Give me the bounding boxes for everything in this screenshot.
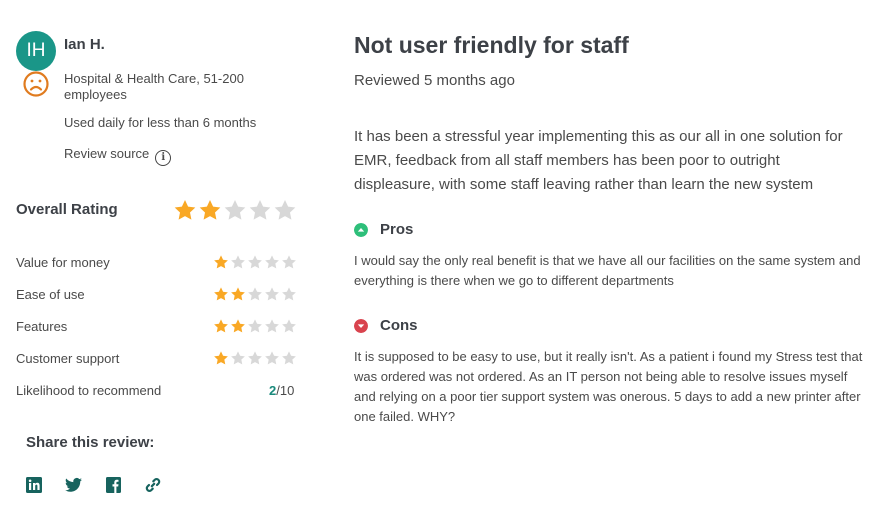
cons-icon [354,318,368,333]
cons-label: Cons [380,317,418,334]
star-empty-icon [265,255,279,269]
star-empty-icon [224,200,246,220]
star-empty-icon [265,287,279,301]
review-source-label: Review source [64,146,150,161]
link-icon[interactable] [145,477,161,493]
cons-text: It is supposed to be easy to use, but it… [354,349,863,424]
star-empty-icon [248,287,262,301]
star-empty-icon [248,351,262,365]
star-filled-icon [214,319,228,333]
star-empty-icon [274,200,296,220]
star-filled-icon [214,351,228,365]
rating-label: Features [16,319,68,334]
pros-label: Pros [380,221,414,238]
star-filled-icon [174,200,196,220]
likelihood-max: /10 [276,383,295,398]
rating-label: Ease of use [16,287,85,302]
pros-heading: Pros [354,221,413,238]
reviewer-company: Hospital & Health Care, 51-200 employees [64,71,244,102]
reviewer-usage: Used daily for less than 6 months [64,115,257,130]
star-filled-icon [199,200,221,220]
overall-rating-stars [173,198,298,222]
likelihood-score: 2/10 [269,383,294,398]
star-empty-icon [282,351,296,365]
reviewer-name: Ian H. [64,36,105,53]
cons-heading: Cons [354,317,418,334]
star-empty-icon [248,255,262,269]
star-empty-icon [282,287,296,301]
review-body: It has been a stressful year implementin… [354,128,843,193]
rating-stars [213,350,298,366]
star-empty-icon [231,351,245,365]
star-empty-icon [249,200,271,220]
twitter-icon[interactable] [65,477,82,493]
star-filled-icon [214,255,228,269]
rating-label: Value for money [16,255,110,270]
star-filled-icon [231,287,245,301]
avatar-initials: IH [26,40,46,61]
review-date: Reviewed 5 months ago [354,72,515,89]
rating-label: Customer support [16,351,120,366]
star-filled-icon [231,319,245,333]
star-empty-icon [265,319,279,333]
rating-stars [213,318,298,334]
star-empty-icon [282,255,296,269]
pros-icon [354,222,368,237]
facebook-icon[interactable] [106,477,121,493]
rating-stars [213,254,298,270]
star-empty-icon [282,319,296,333]
linkedin-icon[interactable] [26,477,42,493]
star-filled-icon [214,287,228,301]
avatar: IH [16,31,56,71]
rating-stars [213,286,298,302]
pros-text: I would say the only real benefit is tha… [354,253,861,288]
star-empty-icon [248,319,262,333]
star-empty-icon [231,255,245,269]
info-icon[interactable]: i [155,150,172,166]
sad-face-icon [23,71,49,97]
share-label: Share this review: [26,434,155,451]
likelihood-label: Likelihood to recommend [16,383,162,398]
review-source[interactable]: Review source i [64,146,172,166]
overall-rating-label: Overall Rating [16,201,118,218]
star-empty-icon [265,351,279,365]
review-title: Not user friendly for staff [354,32,629,58]
